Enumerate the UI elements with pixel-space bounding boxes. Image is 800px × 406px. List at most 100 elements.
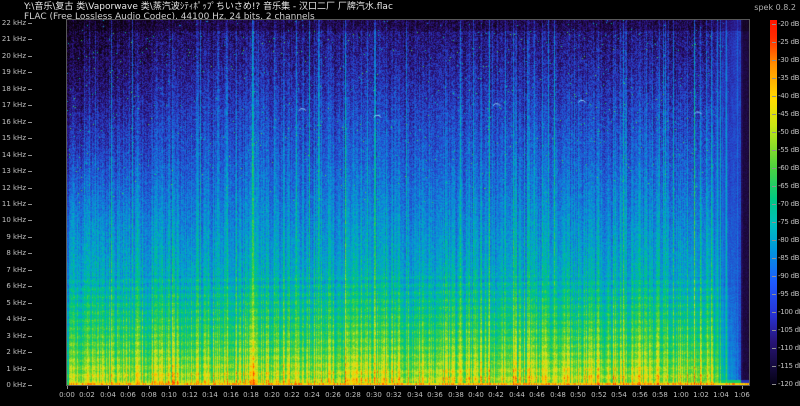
freq-tick-label: 13 kHz bbox=[0, 167, 26, 175]
db-tick-label: -85 dB bbox=[778, 254, 799, 262]
db-tick-label: -20 dB bbox=[778, 20, 799, 28]
freq-tick-mark bbox=[28, 204, 32, 205]
freq-tick-label: 14 kHz bbox=[0, 151, 26, 159]
freq-tick-label: 20 kHz bbox=[0, 52, 26, 60]
spek-window: Y:\音乐\复古 类\Vaporwave 类\蒸汽波ｼﾃｨﾎﾟｯﾌﾟちいさめ!?… bbox=[0, 0, 800, 406]
db-tick-label: -35 dB bbox=[778, 74, 799, 82]
freq-tick-label: 1 kHz bbox=[0, 365, 26, 373]
time-tick-mark bbox=[660, 386, 661, 389]
time-tick-mark bbox=[353, 386, 354, 389]
freq-tick-label: 8 kHz bbox=[0, 249, 26, 257]
time-tick-mark bbox=[149, 386, 150, 389]
freq-tick-label: 15 kHz bbox=[0, 134, 26, 142]
db-tick-label: -100 dB bbox=[778, 308, 800, 316]
freq-tick-mark bbox=[28, 72, 32, 73]
freq-tick-label: 16 kHz bbox=[0, 118, 26, 126]
freq-tick-mark bbox=[28, 138, 32, 139]
freq-tick-mark bbox=[28, 270, 32, 271]
time-tick-mark bbox=[108, 386, 109, 389]
time-tick-mark bbox=[231, 386, 232, 389]
freq-tick-mark bbox=[28, 171, 32, 172]
freq-tick-label: 11 kHz bbox=[0, 200, 26, 208]
freq-tick-mark bbox=[28, 385, 32, 386]
freq-tick-label: 5 kHz bbox=[0, 299, 26, 307]
db-tick-label: -70 dB bbox=[778, 200, 799, 208]
db-tick-label: -115 dB bbox=[778, 362, 800, 370]
db-tick-label: -110 dB bbox=[778, 344, 800, 352]
db-tick-mark bbox=[772, 24, 776, 25]
freq-tick-mark bbox=[28, 336, 32, 337]
db-tick-mark bbox=[772, 168, 776, 169]
time-tick-mark bbox=[742, 386, 743, 389]
freq-tick-label: 22 kHz bbox=[0, 19, 26, 27]
freq-tick-label: 3 kHz bbox=[0, 332, 26, 340]
db-tick-label: -40 dB bbox=[778, 92, 799, 100]
file-path-title: Y:\音乐\复古 类\Vaporwave 类\蒸汽波ｼﾃｨﾎﾟｯﾌﾟちいさめ!?… bbox=[24, 3, 393, 12]
freq-tick-mark bbox=[28, 352, 32, 353]
freq-tick-mark bbox=[28, 369, 32, 370]
db-tick-mark bbox=[772, 60, 776, 61]
time-tick-mark bbox=[374, 386, 375, 389]
freq-tick-mark bbox=[28, 286, 32, 287]
db-tick-mark bbox=[772, 150, 776, 151]
freq-tick-label: 0 kHz bbox=[0, 381, 26, 389]
db-tick-label: -90 dB bbox=[778, 272, 799, 280]
freq-tick-mark bbox=[28, 188, 32, 189]
db-tick-label: -60 dB bbox=[778, 164, 799, 172]
freq-tick-mark bbox=[28, 105, 32, 106]
db-tick-mark bbox=[772, 96, 776, 97]
time-tick-mark bbox=[619, 386, 620, 389]
db-tick-mark bbox=[772, 330, 776, 331]
freq-tick-mark bbox=[28, 56, 32, 57]
time-tick-mark bbox=[496, 386, 497, 389]
freq-tick-label: 2 kHz bbox=[0, 348, 26, 356]
freq-tick-label: 7 kHz bbox=[0, 266, 26, 274]
time-tick-mark bbox=[578, 386, 579, 389]
time-tick-mark bbox=[333, 386, 334, 389]
db-tick-label: -30 dB bbox=[778, 56, 799, 64]
time-tick-mark bbox=[272, 386, 273, 389]
freq-tick-label: 6 kHz bbox=[0, 282, 26, 290]
db-tick-mark bbox=[772, 276, 776, 277]
db-tick-mark bbox=[772, 78, 776, 79]
db-tick-label: -25 dB bbox=[778, 38, 799, 46]
db-tick-mark bbox=[772, 132, 776, 133]
db-tick-label: -55 dB bbox=[778, 146, 799, 154]
time-tick-mark bbox=[87, 386, 88, 389]
db-tick-mark bbox=[772, 294, 776, 295]
time-tick-mark bbox=[312, 386, 313, 389]
freq-tick-mark bbox=[28, 237, 32, 238]
freq-tick-label: 9 kHz bbox=[0, 233, 26, 241]
time-tick-mark bbox=[128, 386, 129, 389]
db-tick-mark bbox=[772, 348, 776, 349]
freq-tick-label: 21 kHz bbox=[0, 35, 26, 43]
freq-tick-mark bbox=[28, 303, 32, 304]
freq-tick-mark bbox=[28, 253, 32, 254]
time-tick-mark bbox=[169, 386, 170, 389]
time-tick-mark bbox=[701, 386, 702, 389]
time-tick-label: 1:06 bbox=[728, 391, 756, 399]
db-tick-label: -105 dB bbox=[778, 326, 800, 334]
db-tick-label: -95 dB bbox=[778, 290, 799, 298]
db-tick-mark bbox=[772, 312, 776, 313]
spectrogram-plot-frame bbox=[66, 19, 750, 386]
spectrogram-canvas bbox=[67, 20, 749, 385]
time-tick-mark bbox=[292, 386, 293, 389]
freq-tick-mark bbox=[28, 39, 32, 40]
time-tick-mark bbox=[599, 386, 600, 389]
db-tick-label: -120 dB bbox=[778, 380, 800, 388]
freq-tick-mark bbox=[28, 155, 32, 156]
time-tick-mark bbox=[476, 386, 477, 389]
freq-tick-mark bbox=[28, 89, 32, 90]
time-tick-mark bbox=[190, 386, 191, 389]
freq-tick-label: 10 kHz bbox=[0, 216, 26, 224]
db-tick-mark bbox=[772, 384, 776, 385]
db-tick-mark bbox=[772, 366, 776, 367]
freq-tick-label: 19 kHz bbox=[0, 68, 26, 76]
freq-tick-mark bbox=[28, 220, 32, 221]
db-tick-mark bbox=[772, 240, 776, 241]
freq-tick-mark bbox=[28, 23, 32, 24]
db-tick-label: -65 dB bbox=[778, 182, 799, 190]
db-tick-mark bbox=[772, 222, 776, 223]
time-tick-mark bbox=[558, 386, 559, 389]
